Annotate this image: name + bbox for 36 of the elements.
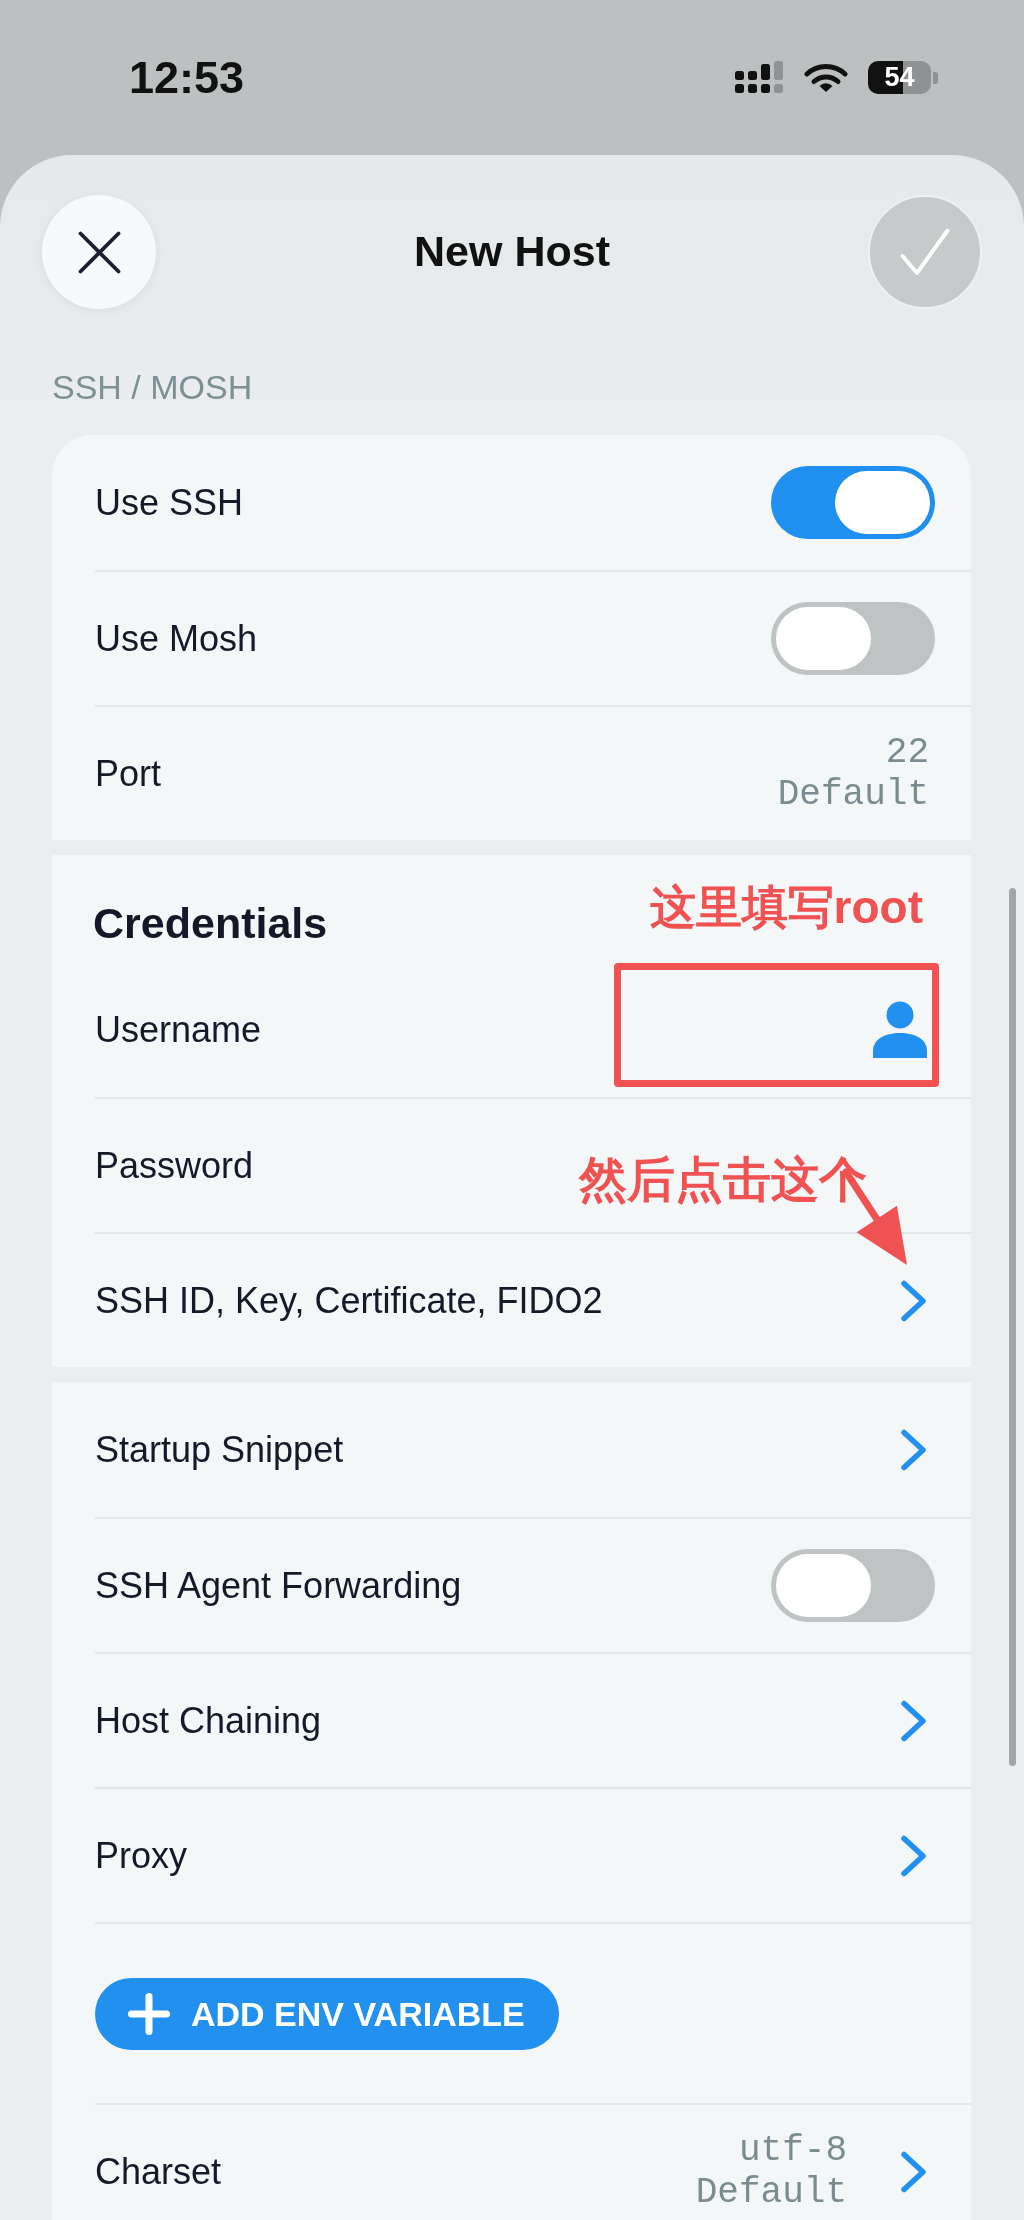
- row-label: SSH Agent Forwarding: [95, 1563, 462, 1608]
- default-hint: Default: [777, 773, 929, 816]
- battery-indicator: 54: [868, 61, 938, 94]
- signal-icon: [735, 61, 784, 94]
- row-label: Charset: [95, 2149, 222, 2194]
- row-label: Use Mosh: [95, 616, 258, 661]
- row-label: SSH ID, Key, Certificate, FIDO2: [95, 1278, 603, 1323]
- chevron-right-icon: [900, 1834, 927, 1877]
- row-label: Password: [95, 1143, 254, 1188]
- checkmark-icon: [900, 228, 950, 276]
- annotation-note: 这里填写root: [649, 881, 923, 934]
- default-hint: Default: [695, 2171, 847, 2214]
- section-heading: SSH / MOSH: [52, 367, 253, 407]
- row-label: Startup Snippet: [95, 1427, 344, 1472]
- person-icon[interactable]: [873, 1001, 927, 1058]
- settings-row[interactable]: Host Chaining: [95, 1652, 971, 1787]
- settings-row[interactable]: Startup Snippet: [95, 1382, 971, 1517]
- row-label: Host Chaining: [95, 1698, 322, 1743]
- close-icon: [77, 230, 121, 274]
- plus-icon: [128, 1992, 170, 2035]
- value-text: utf-8: [738, 2129, 847, 2172]
- row-label: Port: [95, 751, 162, 796]
- settings-row[interactable]: Charset utf-8 Default: [95, 2103, 971, 2220]
- row-label: Username: [95, 1007, 262, 1052]
- section-title: Credentials: [93, 898, 328, 949]
- row-label: Proxy: [95, 1833, 188, 1878]
- value-text: 22: [885, 731, 929, 774]
- chevron-right-icon: [900, 1279, 927, 1322]
- chevron-right-icon: [900, 1699, 927, 1742]
- row-label: Use SSH: [95, 480, 244, 525]
- settings-row[interactable]: Proxy: [95, 1787, 971, 1922]
- wifi-icon: [804, 62, 848, 93]
- sheet-title: New Host: [414, 226, 610, 278]
- chevron-right-icon: [900, 2150, 927, 2193]
- clock-time: 12:53: [129, 55, 245, 100]
- chevron-right-icon: [900, 1428, 927, 1471]
